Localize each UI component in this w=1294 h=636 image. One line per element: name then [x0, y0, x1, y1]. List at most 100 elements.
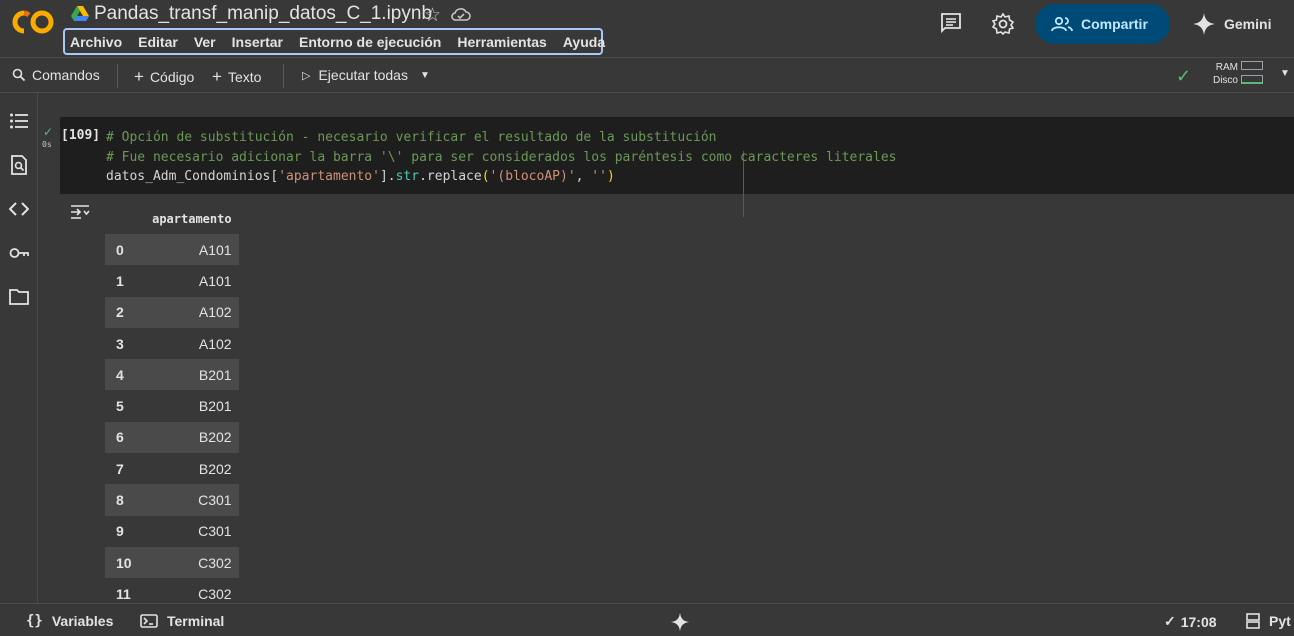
column-header: apartamento: [152, 211, 232, 226]
row-value: B202: [198, 460, 232, 477]
row-index: 9: [116, 523, 124, 540]
plus-icon: +: [212, 67, 222, 86]
search-icon: [12, 68, 26, 82]
menu-ver[interactable]: Ver: [194, 34, 216, 50]
connected-check-icon[interactable]: ✓: [1176, 66, 1191, 87]
code-method: replace: [426, 169, 482, 184]
table-row: 11 C302: [105, 578, 239, 603]
star-icon[interactable]: ☆: [424, 4, 441, 27]
dataframe-output: apartamento 0 A101 1 A101 2 A102 3 A102 4 B201 5 B2…: [105, 203, 239, 603]
folder-icon[interactable]: [9, 287, 29, 307]
row-value: B201: [138, 359, 239, 391]
terminal-icon: [140, 614, 158, 628]
row-index: 2: [105, 296, 139, 328]
find-replace-icon[interactable]: [9, 155, 29, 175]
table-body: 0 A101 1 A101 2 A102 3 A102 4 B201 5 B201 6 B202 7 B202…: [105, 234, 239, 603]
code-line-2: # Fue necesario adicionar la barra '\' p…: [106, 149, 897, 165]
code-comma: ,: [575, 169, 592, 184]
output-actions-icon[interactable]: [70, 203, 90, 221]
code-snippets-icon[interactable]: [9, 199, 29, 219]
menu-herramientas[interactable]: Herramientas: [457, 34, 547, 50]
share-label: Compartir: [1081, 16, 1148, 32]
gemini-label: Gemini: [1224, 16, 1272, 32]
resource-labels[interactable]: RAM Disco: [1210, 61, 1238, 87]
commands-button[interactable]: Comandos: [12, 67, 100, 83]
variables-button[interactable]: {} Variables: [26, 613, 113, 629]
menu-editar[interactable]: Editar: [138, 34, 178, 50]
code-paren-open: (: [481, 169, 490, 184]
server-icon: [1246, 613, 1260, 629]
add-text-button[interactable]: + Texto: [212, 67, 261, 87]
table-row: 5 B201: [105, 390, 239, 421]
gemini-sparkle-icon[interactable]: [670, 612, 690, 632]
row-value: C301: [138, 484, 239, 516]
comment-icon[interactable]: [940, 12, 962, 34]
row-index: 5: [116, 398, 124, 415]
add-code-label: Código: [149, 69, 195, 85]
table-row: 2 A102: [105, 296, 239, 328]
row-index: 10: [105, 546, 139, 579]
people-icon: [1051, 16, 1073, 32]
table-row: 3 A102: [105, 328, 239, 359]
row-index: 11: [116, 585, 131, 602]
menu-archivo[interactable]: Archivo: [70, 34, 122, 50]
runtime-button[interactable]: Pyt: [1246, 613, 1291, 629]
runtime-label: Pyt: [1269, 613, 1291, 629]
terminal-button[interactable]: Terminal: [140, 613, 224, 629]
row-index: 0: [105, 234, 139, 266]
status-bar: {} Variables Terminal ✓ 17:08 Pyt: [0, 603, 1294, 636]
code-string-arg2: '': [591, 169, 607, 184]
execution-status[interactable]: ✓ 17:08: [1164, 613, 1217, 630]
disk-usage-bar[interactable]: [1241, 75, 1263, 84]
cloud-saved-icon[interactable]: [451, 6, 471, 22]
menu-ayuda[interactable]: Ayuda: [563, 34, 605, 50]
colab-logo[interactable]: [10, 8, 56, 36]
code-paren-close: ): [606, 169, 615, 184]
gear-icon[interactable]: [991, 12, 1015, 36]
cell-success-check-icon: ✓: [43, 125, 54, 139]
code-line-3: datos_Adm_Condominios['apartamento'].str…: [106, 167, 897, 187]
google-drive-icon: [71, 6, 89, 21]
code-string-arg1: '(blocoAP)': [489, 169, 576, 184]
table-of-contents-icon[interactable]: [9, 111, 29, 131]
left-sidebar: [0, 93, 38, 603]
check-icon: ✓: [1164, 613, 1176, 629]
resources-dropdown-icon[interactable]: ▼: [1280, 68, 1290, 79]
cell-exec-count[interactable]: [109]: [61, 128, 100, 143]
gemini-sparkle-icon: [1193, 13, 1215, 35]
table-row: 0 A101: [105, 234, 239, 266]
notebook-toolbar: Comandos + Código + Texto ▷ Ejecutar tod…: [0, 57, 1294, 93]
table-row: 7 B202: [105, 453, 239, 484]
notebook-area: ✓ 0s [109] # Opción de substitución - ne…: [39, 93, 1294, 603]
commands-label: Comandos: [32, 67, 100, 83]
row-value: A102: [198, 335, 232, 352]
code-line-1: # Opción de substitución - necesario ver…: [106, 130, 717, 145]
key-icon[interactable]: [9, 243, 29, 263]
run-all-button[interactable]: ▷ Ejecutar todas ▼: [302, 67, 430, 83]
toolbar-divider: [117, 64, 118, 88]
menu-insertar[interactable]: Insertar: [232, 34, 283, 50]
menu-entorno-ejecucion[interactable]: Entorno de ejecución: [299, 34, 441, 50]
play-icon: ▷: [302, 69, 311, 82]
row-value: C302: [198, 585, 232, 602]
code-string-key: 'apartamento': [278, 169, 380, 184]
code-dot: .: [419, 169, 427, 184]
variables-label: Variables: [51, 613, 114, 629]
notebook-title[interactable]: Pandas_transf_manip_datos_C_1.ipynb: [94, 3, 432, 25]
ram-usage-bar[interactable]: [1241, 61, 1263, 70]
table-row: 10 C302: [105, 546, 239, 579]
braces-icon: {}: [26, 613, 43, 629]
row-value: A102: [138, 296, 239, 328]
table-row: 6 B202: [105, 421, 239, 454]
row-value: A101: [198, 272, 232, 289]
code-bracket-close: ]: [379, 169, 388, 184]
menu-bar: Archivo Editar Ver Insertar Entorno de e…: [63, 28, 605, 55]
add-code-button[interactable]: + Código: [134, 67, 194, 87]
row-value: C301: [198, 523, 232, 540]
share-button[interactable]: Compartir: [1035, 4, 1170, 44]
code-editor[interactable]: # Opción de substitución - necesario ver…: [106, 128, 897, 187]
app-header: Pandas_transf_manip_datos_C_1.ipynb ☆ Ar…: [0, 0, 1294, 57]
table-row: 1 A101: [105, 265, 239, 296]
gemini-button[interactable]: Gemini: [1192, 12, 1271, 36]
chevron-down-icon[interactable]: ▼: [420, 70, 430, 81]
